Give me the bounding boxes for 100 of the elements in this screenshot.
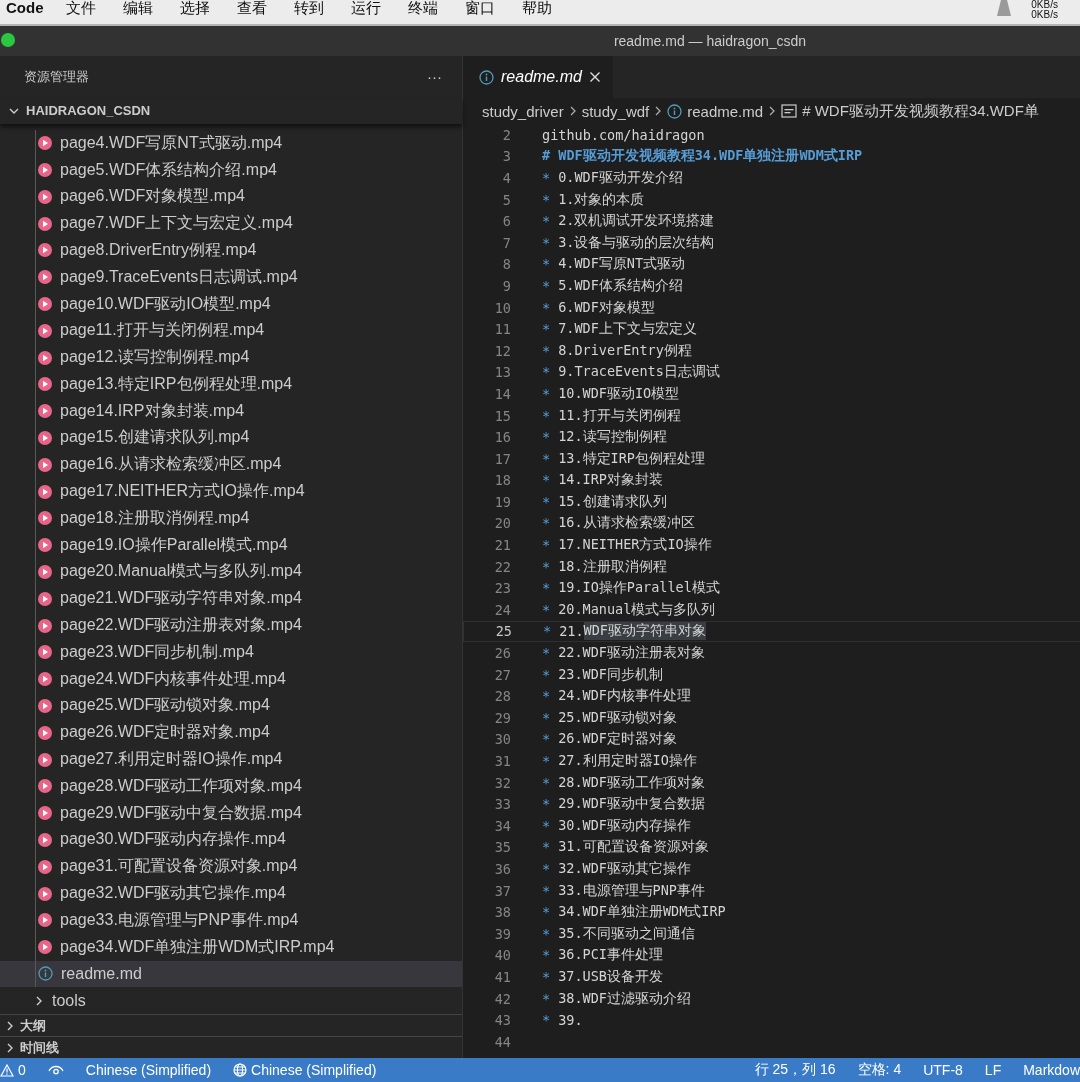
problems-indicator[interactable]: 0 <box>0 1062 26 1078</box>
encoding-status[interactable]: UTF-8 <box>923 1062 963 1078</box>
file-item[interactable]: page34.WDF单独注册WDM式IRP.mp4 <box>0 933 462 961</box>
play-icon <box>38 189 52 204</box>
line-number: 38 <box>493 904 511 921</box>
list-item-text: 17.NEITHER方式IO操作 <box>558 536 712 555</box>
file-item[interactable]: page21.WDF驱动字符串对象.mp4 <box>0 585 462 613</box>
file-item[interactable]: page28.WDF驱动工作项对象.mp4 <box>0 772 462 800</box>
file-item[interactable]: page24.WDF内核事件处理.mp4 <box>0 665 462 693</box>
list-marker: * <box>542 429 551 446</box>
list-marker: * <box>542 645 551 662</box>
list-item-text: 29.WDF驱动中复合数据 <box>558 795 705 814</box>
list-item-text: 24.WDF内核事件处理 <box>558 687 691 706</box>
menu-item[interactable]: 窗口 <box>464 0 495 16</box>
panel-section-header[interactable]: 大纲 <box>0 1014 462 1037</box>
more-actions-button[interactable]: ··· <box>423 68 446 86</box>
file-item[interactable]: page23.WDF同步机制.mp4 <box>0 638 462 666</box>
play-icon <box>38 752 52 767</box>
list-marker: * <box>542 256 551 273</box>
list-item-text: 35.不同驱动之间通信 <box>558 924 695 943</box>
line-number: 37 <box>493 882 511 899</box>
line-number: 19 <box>493 493 511 510</box>
list-marker: * <box>542 817 551 834</box>
file-item[interactable]: page9.TraceEvents日志调试.mp4 <box>0 263 462 291</box>
file-item[interactable]: page16.从请求检索缓冲区.mp4 <box>0 451 462 479</box>
menu-item[interactable]: 运行 <box>350 0 381 16</box>
line-number: 31 <box>493 753 511 769</box>
file-item[interactable]: page20.Manual模式与多队列.mp4 <box>0 558 462 586</box>
file-item[interactable]: page17.NEITHER方式IO操作.mp4 <box>0 478 462 505</box>
breadcrumb-item[interactable]: # WDF驱动开发视频教程34.WDF单 <box>802 101 1039 121</box>
list-item-text: 31.可配置设备资源对象 <box>558 838 709 857</box>
network-speed: 0KB/s <box>1031 0 1058 10</box>
menu-item[interactable]: 查看 <box>236 0 267 16</box>
file-item[interactable]: page19.IO操作Parallel模式.mp4 <box>0 531 462 559</box>
file-item[interactable]: page29.WDF驱动中复合数据.mp4 <box>0 799 462 827</box>
list-item-text: 38.WDF过滤驱动介绍 <box>558 989 691 1008</box>
file-item[interactable]: page11.打开与关闭例程.mp4 <box>0 317 462 345</box>
line-number: 3 <box>501 148 511 165</box>
file-item[interactable]: page32.WDF驱动其它操作.mp4 <box>0 880 462 907</box>
close-icon[interactable] <box>588 71 601 83</box>
list-item-text: 16.从请求检索缓冲区 <box>558 514 695 533</box>
line-number: 34 <box>493 817 511 834</box>
menu-item[interactable]: 转到 <box>293 0 324 16</box>
folder-header[interactable]: HAIDRAGON_CSDN <box>0 97 462 124</box>
indentation-status[interactable]: 空格: 4 <box>857 1061 902 1079</box>
menu-item[interactable]: 帮助 <box>521 0 552 16</box>
file-item[interactable]: page31.可配置设备资源对象.mp4 <box>0 853 462 881</box>
list-marker: * <box>542 493 551 510</box>
line-number: 25 <box>494 623 512 640</box>
file-item[interactable]: page26.WDF定时器对象.mp4 <box>0 719 462 747</box>
menu-item[interactable]: 选择 <box>179 0 210 16</box>
language-status[interactable]: Chinese (Simplified) <box>233 1062 377 1078</box>
language-mode[interactable]: Markdow <box>1023 1062 1080 1078</box>
line-ending-status[interactable]: LF <box>984 1062 1002 1078</box>
list-marker: * <box>542 774 551 791</box>
file-item[interactable]: page27.利用定时器IO操作.mp4 <box>0 746 462 773</box>
breadcrumb-item[interactable]: readme.md <box>687 102 764 120</box>
list-marker: * <box>542 170 551 186</box>
file-item[interactable]: page30.WDF驱动内存操作.mp4 <box>0 826 462 854</box>
line-number: 28 <box>493 688 511 705</box>
play-icon <box>38 859 52 874</box>
file-item[interactable]: page25.WDF驱动锁对象.mp4 <box>0 692 462 720</box>
file-item[interactable]: page33.电源管理与PNP事件.mp4 <box>0 906 462 934</box>
file-item[interactable]: page8.DriverEntry例程.mp4 <box>0 237 462 264</box>
menu-item[interactable]: 编辑 <box>122 0 153 16</box>
file-item[interactable]: page22.WDF驱动注册表对象.mp4 <box>0 612 462 639</box>
window-zoom-button[interactable] <box>1 33 15 47</box>
file-item[interactable]: page14.IRP对象封装.mp4 <box>0 397 462 425</box>
file-item[interactable]: page13.特定IRP包例程处理.mp4 <box>0 371 462 398</box>
breadcrumb-item[interactable]: study_driver <box>482 102 564 120</box>
cursor-position[interactable]: 行 25，列 16 <box>754 1061 836 1079</box>
play-icon <box>38 297 52 311</box>
line-number: 15 <box>493 407 511 424</box>
breadcrumb-item[interactable]: study_wdf <box>581 102 650 120</box>
list-marker: * <box>542 450 551 467</box>
list-marker: * <box>542 731 551 748</box>
menu-item[interactable]: 文件 <box>65 0 96 16</box>
file-item[interactable]: readme.md <box>0 960 462 988</box>
file-item[interactable]: page18.注册取消例程.mp4 <box>0 505 462 532</box>
line-number: 8 <box>501 256 511 273</box>
file-item[interactable]: page7.WDF上下文与宏定义.mp4 <box>0 210 462 237</box>
list-item-text: 18.注册取消例程 <box>558 557 667 576</box>
menu-item[interactable]: 终端 <box>407 0 438 16</box>
editor-tab[interactable]: readme.md <box>463 56 613 98</box>
list-marker: * <box>542 515 551 532</box>
file-item[interactable]: page12.读写控制例程.mp4 <box>0 344 462 371</box>
file-item[interactable]: page10.WDF驱动IO模型.mp4 <box>0 290 462 318</box>
language-status[interactable]: Chinese (Simplified) <box>85 1062 212 1078</box>
play-icon <box>38 806 52 821</box>
file-item[interactable]: page15.创建请求队列.mp4 <box>0 424 462 452</box>
file-item[interactable]: page6.WDF对象模型.mp4 <box>0 183 462 211</box>
list-item-text: 28.WDF驱动工作项对象 <box>558 773 705 792</box>
app-menu[interactable]: Code <box>6 0 44 16</box>
list-item-text: 23.WDF同步机制 <box>558 665 663 684</box>
play-icon <box>38 163 52 177</box>
file-item[interactable]: page4.WDF写原NT式驱动.mp4 <box>0 129 462 157</box>
file-item[interactable]: page5.WDF体系结构介绍.mp4 <box>0 156 462 184</box>
info-icon <box>38 966 53 982</box>
eye-icon[interactable] <box>47 1064 64 1076</box>
list-marker: * <box>542 925 551 942</box>
